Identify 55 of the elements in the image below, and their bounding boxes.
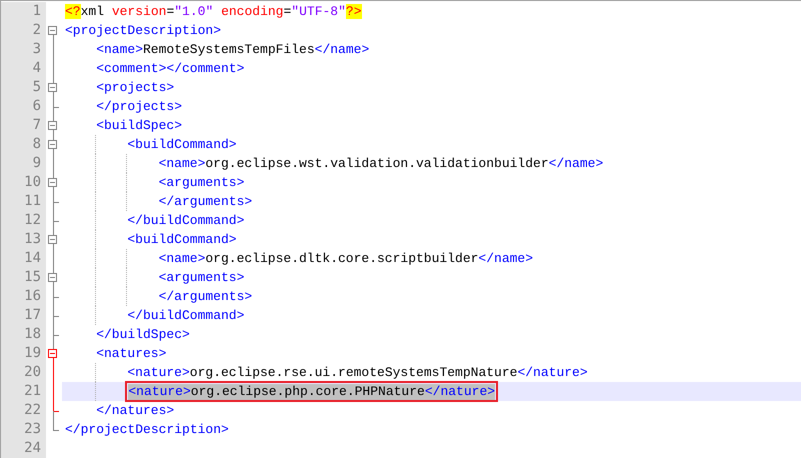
line-number: 10 — [1, 173, 46, 192]
code-line: <name>org.eclipse.wst.validation.validationbuilder</name> — [158, 156, 604, 172]
fold-toggle[interactable] — [48, 273, 57, 282]
line-number: 14 — [1, 249, 46, 268]
line-number: 11 — [1, 192, 46, 211]
code-line: </arguments> — [158, 194, 252, 210]
line-number: 22 — [1, 401, 46, 420]
code-line: <name>org.eclipse.dltk.core.scriptbuilder</name> — [158, 250, 534, 266]
code-line: <?xml version="1.0" encoding="UTF-8"?> — [65, 4, 362, 20]
code-line: <nature>org.eclipse.rse.ui.remoteSystemsTempNature</nature> — [127, 364, 588, 380]
line-number: 7 — [1, 116, 46, 135]
fold-toggle[interactable] — [48, 235, 57, 244]
code-line: <buildSpec> — [96, 118, 182, 134]
line-number: 15 — [1, 268, 46, 287]
code-line: </buildCommand> — [127, 212, 244, 228]
line-number: 19 — [1, 344, 46, 363]
line-number: 13 — [1, 230, 46, 249]
code-line: </natures> — [96, 402, 174, 418]
line-number: 9 — [1, 154, 46, 173]
code-line: <projects> — [96, 80, 174, 96]
code-line: <buildCommand> — [127, 136, 237, 152]
fold-toggle[interactable] — [48, 121, 57, 130]
code-line: <name>RemoteSystemsTempFiles</name> — [96, 42, 370, 58]
line-number: 23 — [1, 420, 46, 439]
code-editor[interactable] — [0, 0, 801, 458]
code-line: </buildCommand> — [127, 308, 244, 324]
line-number: 4 — [1, 59, 46, 78]
line-number: 2 — [1, 21, 46, 40]
line-number: 24 — [1, 439, 46, 458]
line-number: 5 — [1, 78, 46, 97]
fold-toggle[interactable] — [48, 178, 57, 187]
code-line: </projects> — [96, 98, 182, 114]
line-number: 18 — [1, 325, 46, 344]
code-line: <comment></comment> — [96, 60, 244, 76]
line-number: 6 — [1, 97, 46, 116]
line-number: 1 — [1, 2, 46, 21]
code-line: <arguments> — [158, 270, 244, 286]
line-number: 3 — [1, 40, 46, 59]
code-line: </arguments> — [158, 288, 252, 304]
fold-toggle[interactable] — [48, 140, 57, 149]
code-line: </projectDescription> — [65, 422, 229, 438]
line-number: 20 — [1, 363, 46, 382]
line-number: 8 — [1, 135, 46, 154]
line-number: 12 — [1, 211, 46, 230]
line-number: 16 — [1, 287, 46, 306]
code-line: </buildSpec> — [96, 326, 190, 342]
code-line: <projectDescription> — [65, 22, 222, 38]
line-number: 21 — [1, 382, 46, 401]
code-line: <natures> — [96, 346, 166, 362]
fold-toggle[interactable] — [48, 83, 57, 92]
fold-toggle[interactable] — [48, 349, 57, 358]
fold-toggle[interactable] — [48, 26, 57, 35]
code-line: <buildCommand> — [127, 232, 237, 248]
line-number: 17 — [1, 306, 46, 325]
code-line: <arguments> — [158, 174, 244, 190]
